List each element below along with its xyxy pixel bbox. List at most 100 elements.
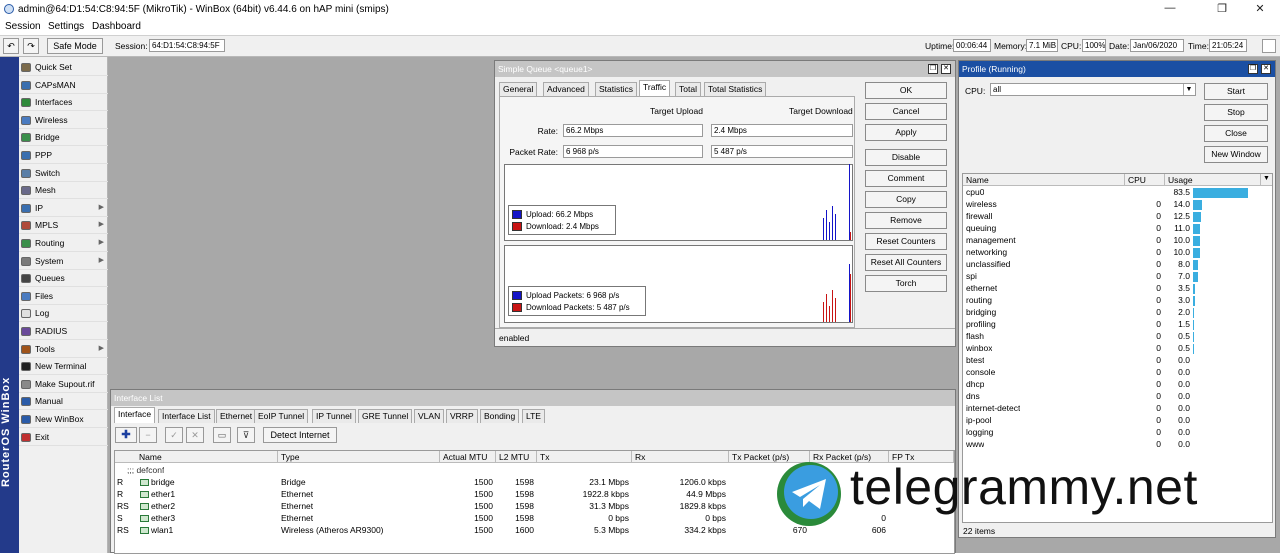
menu-settings[interactable]: Settings <box>48 21 84 32</box>
sidebar-item-switch[interactable]: Switch <box>19 165 108 182</box>
disable-icon[interactable]: ✕ <box>186 427 204 443</box>
torch-button[interactable]: Torch <box>865 275 947 292</box>
col-tx[interactable]: Tx <box>537 451 632 463</box>
sidebar-item-wireless[interactable]: Wireless <box>19 112 108 129</box>
sidebar-item-queues[interactable]: Queues <box>19 270 108 288</box>
table-row[interactable]: profiling 0 1.5 <box>963 319 1272 331</box>
filter-icon[interactable]: ⊽ <box>237 427 255 443</box>
profile-col-usage[interactable]: Usage <box>1165 174 1261 186</box>
table-row[interactable]: ip-pool 0 0.0 <box>963 415 1272 427</box>
tab-ethernet[interactable]: Ethernet <box>216 409 257 423</box>
maximize-icon[interactable]: ❐ <box>1212 2 1232 15</box>
menu-session[interactable]: Session <box>5 21 41 32</box>
sidebar-item-ppp[interactable]: PPP <box>19 147 108 164</box>
stop-button[interactable]: Stop <box>1204 104 1268 121</box>
minimize-icon[interactable]: — <box>1160 2 1180 14</box>
table-row[interactable]: networking 0 10.0 <box>963 247 1272 259</box>
start-button[interactable]: Start <box>1204 83 1268 100</box>
sidebar-item-capsman[interactable]: CAPsMAN <box>19 77 108 94</box>
table-row[interactable]: management 0 10.0 <box>963 235 1272 247</box>
sidebar-item-bridge[interactable]: Bridge <box>19 129 108 147</box>
col-name[interactable]: Name <box>136 451 278 463</box>
sidebar-item-log[interactable]: Log <box>19 305 108 323</box>
remove-button[interactable]: Remove <box>865 212 947 229</box>
close-button[interactable]: Close <box>1204 125 1268 142</box>
cancel-button[interactable]: Cancel <box>865 103 947 120</box>
table-row[interactable]: queuing 0 11.0 <box>963 223 1272 235</box>
tab-interface[interactable]: Interface <box>114 407 156 423</box>
table-row[interactable]: ethernet 0 3.5 <box>963 283 1272 295</box>
table-row[interactable]: firewall 0 12.5 <box>963 211 1272 223</box>
table-row[interactable]: dhcp 0 0.0 <box>963 379 1272 391</box>
tab-total[interactable]: Total <box>675 82 701 96</box>
disable-button[interactable]: Disable <box>865 149 947 166</box>
comment-button[interactable]: Comment <box>865 170 947 187</box>
sidebar-item-ip[interactable]: IP ▶ <box>19 200 108 217</box>
profile-cpu-select[interactable]: all <box>990 83 1196 96</box>
restore-icon[interactable]: ❐ <box>928 64 938 74</box>
table-row[interactable]: wireless 0 14.0 <box>963 199 1272 211</box>
tab-eoip-tunnel[interactable]: EoIP Tunnel <box>254 409 309 423</box>
apply-button[interactable]: Apply <box>865 124 947 141</box>
tab-bonding[interactable]: Bonding <box>480 409 520 423</box>
table-row[interactable]: flash 0 0.5 <box>963 331 1272 343</box>
safe-mode-button[interactable]: Safe Mode <box>47 38 103 54</box>
col-rx[interactable]: Rx <box>632 451 729 463</box>
sidebar-item-exit[interactable]: Exit <box>19 429 108 446</box>
tab-gre-tunnel[interactable]: GRE Tunnel <box>358 409 413 423</box>
table-row[interactable]: internet-detect 0 0.0 <box>963 403 1272 415</box>
sidebar-item-new-terminal[interactable]: New Terminal <box>19 358 108 376</box>
table-row[interactable]: console 0 0.0 <box>963 367 1272 379</box>
table-row[interactable]: www 0 0.0 <box>963 439 1272 451</box>
enable-icon[interactable]: ✓ <box>165 427 183 443</box>
comment-icon[interactable]: ▭ <box>213 427 231 443</box>
tab-total-statistics[interactable]: Total Statistics <box>704 82 767 96</box>
reset-all-counters-button[interactable]: Reset All Counters <box>865 254 947 271</box>
undo-button[interactable]: ↶ <box>3 38 19 54</box>
sidebar-item-quick-set[interactable]: Quick Set <box>19 59 108 76</box>
tab-ip-tunnel[interactable]: IP Tunnel <box>312 409 356 423</box>
close-icon[interactable]: ✕ <box>941 64 951 74</box>
table-row[interactable]: cpu0 83.5 <box>963 187 1272 199</box>
table-row[interactable]: winbox 0 0.5 <box>963 343 1272 355</box>
tab-statistics[interactable]: Statistics <box>595 82 638 96</box>
col-actual-mtu[interactable]: Actual MTU <box>440 451 496 463</box>
col-l2-mtu[interactable]: L2 MTU <box>496 451 537 463</box>
tab-advanced[interactable]: Advanced <box>543 82 589 96</box>
menu-dashboard[interactable]: Dashboard <box>92 21 141 32</box>
close-icon[interactable]: ✕ <box>1261 64 1271 74</box>
table-row[interactable]: unclassified 0 8.0 <box>963 259 1272 271</box>
sidebar-item-make-supout-rif[interactable]: Make Supout.rif <box>19 376 108 393</box>
copy-button[interactable]: Copy <box>865 191 947 208</box>
table-row[interactable]: btest 0 0.0 <box>963 355 1272 367</box>
ok-button[interactable]: OK <box>865 82 947 99</box>
tab-lte[interactable]: LTE <box>522 409 545 423</box>
sidebar-item-radius[interactable]: RADIUS <box>19 323 108 340</box>
table-row[interactable]: logging 0 0.0 <box>963 427 1272 439</box>
remove-icon[interactable]: − <box>139 427 157 443</box>
sidebar-item-routing[interactable]: Routing ▶ <box>19 235 108 252</box>
table-row[interactable]: dns 0 0.0 <box>963 391 1272 403</box>
profile-col-name[interactable]: Name <box>963 174 1125 186</box>
close-icon[interactable]: ✕ <box>1250 2 1270 15</box>
tab-traffic[interactable]: Traffic <box>639 80 671 96</box>
session-field[interactable]: 64:D1:54:C8:94:5F <box>149 39 225 52</box>
chevron-down-icon[interactable]: ▼ <box>1183 84 1194 95</box>
sidebar-item-mpls[interactable]: MPLS ▶ <box>19 217 108 235</box>
table-row[interactable]: bridging 0 2.0 <box>963 307 1272 319</box>
tab-vrrp[interactable]: VRRP <box>446 409 478 423</box>
tab-general[interactable]: General <box>499 82 538 96</box>
detect-internet-button[interactable]: Detect Internet <box>263 427 337 443</box>
redo-button[interactable]: ↷ <box>23 38 39 54</box>
table-row[interactable]: spi 0 7.0 <box>963 271 1272 283</box>
tab-vlan[interactable]: VLAN <box>414 409 445 423</box>
sidebar-item-tools[interactable]: Tools ▶ <box>19 341 108 358</box>
sidebar-item-new-winbox[interactable]: New WinBox <box>19 411 108 428</box>
sidebar-item-manual[interactable]: Manual <box>19 393 108 411</box>
reset-counters-button[interactable]: Reset Counters <box>865 233 947 250</box>
new-window-button[interactable]: New Window <box>1204 146 1268 163</box>
sidebar-item-mesh[interactable]: Mesh <box>19 182 108 200</box>
restore-icon[interactable]: ❐ <box>1248 64 1258 74</box>
col-type[interactable]: Type <box>278 451 440 463</box>
tab-interface-list[interactable]: Interface List <box>158 409 215 423</box>
